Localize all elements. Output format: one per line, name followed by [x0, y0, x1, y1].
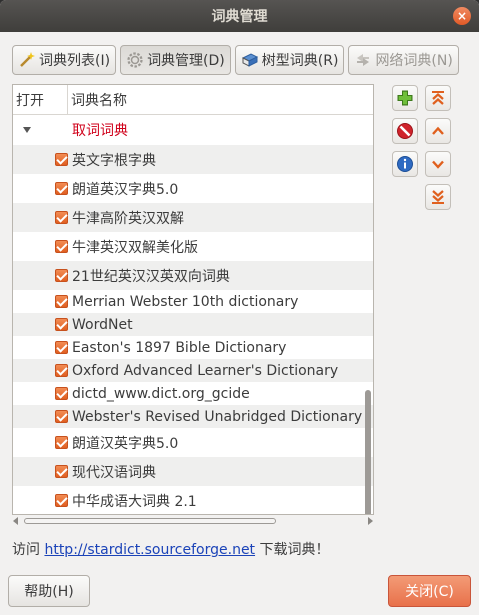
- open-checkbox[interactable]: [55, 387, 68, 400]
- dialog-window: 词典管理 × 词典列表(I) 词典管理(D) 树型词典(R) 网络词典(N) 打…: [0, 0, 479, 615]
- tab-dictionary-manage[interactable]: 词典管理(D): [120, 45, 231, 75]
- info-icon: [397, 156, 413, 172]
- list-item[interactable]: WordNet: [13, 313, 373, 336]
- dictionary-name: 中华成语大词典 2.1: [72, 493, 197, 510]
- open-checkbox[interactable]: [55, 269, 68, 282]
- info-button[interactable]: [392, 151, 418, 177]
- dictionary-name: 英文字根字典: [72, 152, 156, 169]
- chevron-down-icon: [432, 160, 444, 169]
- list-item[interactable]: 朗道汉英字典5.0: [13, 428, 373, 457]
- plus-icon: [397, 90, 413, 106]
- list-item[interactable]: Merrian Webster 10th dictionary: [13, 290, 373, 313]
- list-item[interactable]: 现代汉语词典: [13, 457, 373, 486]
- dictionary-name: 牛津英汉双解美化版: [72, 239, 198, 256]
- book-icon: [241, 53, 258, 67]
- open-checkbox[interactable]: [55, 410, 68, 423]
- no-entry-icon: [397, 123, 413, 139]
- list-item[interactable]: Webster's Revised Unabridged Dictionary …: [13, 405, 373, 428]
- horizontal-scrollbar[interactable]: [12, 517, 374, 525]
- tab-network-dictionary[interactable]: 网络词典(N): [348, 45, 459, 75]
- open-checkbox[interactable]: [55, 318, 68, 331]
- dictionary-name: Merrian Webster 10th dictionary: [72, 293, 299, 310]
- list-item[interactable]: 牛津高阶英汉双解: [13, 203, 373, 232]
- scroll-right-icon[interactable]: [368, 517, 373, 525]
- vertical-scrollbar[interactable]: [365, 390, 371, 514]
- tab-label: 词典列表(I): [39, 53, 111, 69]
- list-item[interactable]: Oxford Advanced Learner's Dictionary: [13, 359, 373, 382]
- magic-wand-icon: [20, 52, 35, 67]
- close-button[interactable]: 关闭(C): [388, 575, 471, 607]
- double-chevron-up-icon: [432, 91, 444, 105]
- list-item[interactable]: 中华成语大词典 2.1: [13, 486, 373, 514]
- open-checkbox[interactable]: [55, 341, 68, 354]
- dictionary-name: dictd_www.dict.org_gcide: [72, 385, 250, 402]
- list-header: 打开 词典名称: [13, 85, 373, 115]
- tab-label: 词典管理(D): [147, 53, 225, 69]
- hint-prefix: 访问: [12, 542, 45, 558]
- open-checkbox[interactable]: [55, 494, 68, 507]
- globe-icon: [357, 54, 370, 66]
- list-item[interactable]: 牛津英汉双解美化版: [13, 232, 373, 261]
- list-item[interactable]: dictd_www.dict.org_gcide: [13, 382, 373, 405]
- titlebar: 词典管理 ×: [0, 0, 479, 32]
- tab-tree-dictionary[interactable]: 树型词典(R): [234, 45, 345, 75]
- list-rows: 取词词典 英文字根字典 朗道英汉字典5.0 牛津高阶英汉双解 牛津英汉双解美化版…: [13, 115, 373, 514]
- dictionary-name: 现代汉语词典: [72, 464, 156, 481]
- group-label: 取词词典: [72, 123, 128, 139]
- list-item[interactable]: 朗道英汉字典5.0: [13, 174, 373, 203]
- move-top-button[interactable]: [425, 85, 451, 111]
- open-checkbox[interactable]: [55, 436, 68, 449]
- column-header-name[interactable]: 词典名称: [68, 90, 127, 110]
- open-checkbox[interactable]: [55, 153, 68, 166]
- open-checkbox[interactable]: [55, 211, 68, 224]
- remove-button[interactable]: [392, 118, 418, 144]
- open-checkbox[interactable]: [55, 465, 68, 478]
- window-close-button[interactable]: ×: [453, 7, 471, 25]
- open-checkbox[interactable]: [55, 182, 68, 195]
- list-item[interactable]: 英文字根字典: [13, 145, 373, 174]
- download-hint: 访问 http://stardict.sourceforge.net 下载词典！: [12, 539, 330, 559]
- dictionary-name: Webster's Revised Unabridged Dictionary …: [72, 408, 373, 425]
- chevron-up-icon: [432, 126, 444, 135]
- expander-icon[interactable]: [23, 127, 31, 133]
- tab-label: 树型词典(R): [261, 53, 339, 69]
- move-up-button[interactable]: [425, 118, 451, 144]
- help-button[interactable]: 帮助(H): [8, 575, 90, 607]
- dictionary-name: 牛津高阶英汉双解: [72, 210, 184, 227]
- move-bottom-button[interactable]: [425, 184, 451, 210]
- horizontal-scroll-thumb[interactable]: [24, 518, 276, 524]
- dictionary-name: 朗道汉英字典5.0: [72, 435, 179, 452]
- dictionary-name: WordNet: [72, 316, 133, 333]
- scroll-left-icon[interactable]: [13, 517, 18, 525]
- double-chevron-down-icon: [432, 190, 444, 204]
- dictionary-name: Oxford Advanced Learner's Dictionary: [72, 362, 339, 379]
- add-button[interactable]: [392, 85, 418, 111]
- gear-icon: [127, 52, 143, 68]
- tab-dictionary-list[interactable]: 词典列表(I): [12, 45, 117, 75]
- list-item[interactable]: 21世纪英汉汉英双向词典: [13, 261, 373, 290]
- open-checkbox[interactable]: [55, 240, 68, 253]
- group-row[interactable]: 取词词典: [13, 115, 373, 145]
- dictionary-list[interactable]: 打开 词典名称 取词词典 英文字根字典 朗道英汉字典5.0 牛津高阶英汉双解 牛…: [12, 84, 374, 515]
- window-title: 词典管理: [211, 9, 268, 25]
- hint-suffix: 下载词典！: [255, 542, 330, 558]
- dictionary-name: 21世纪英汉汉英双向词典: [72, 268, 230, 285]
- column-header-open[interactable]: 打开: [13, 85, 68, 114]
- dictionary-name: 朗道英汉字典5.0: [72, 181, 179, 198]
- stardict-link[interactable]: http://stardict.sourceforge.net: [44, 542, 255, 558]
- dictionary-name: Easton's 1897 Bible Dictionary: [72, 339, 287, 356]
- open-checkbox[interactable]: [55, 295, 68, 308]
- tab-label: 网络词典(N): [375, 53, 453, 69]
- open-checkbox[interactable]: [55, 364, 68, 377]
- move-down-button[interactable]: [425, 151, 451, 177]
- tab-bar: 词典列表(I) 词典管理(D) 树型词典(R) 网络词典(N): [12, 45, 459, 75]
- list-item[interactable]: Easton's 1897 Bible Dictionary: [13, 336, 373, 359]
